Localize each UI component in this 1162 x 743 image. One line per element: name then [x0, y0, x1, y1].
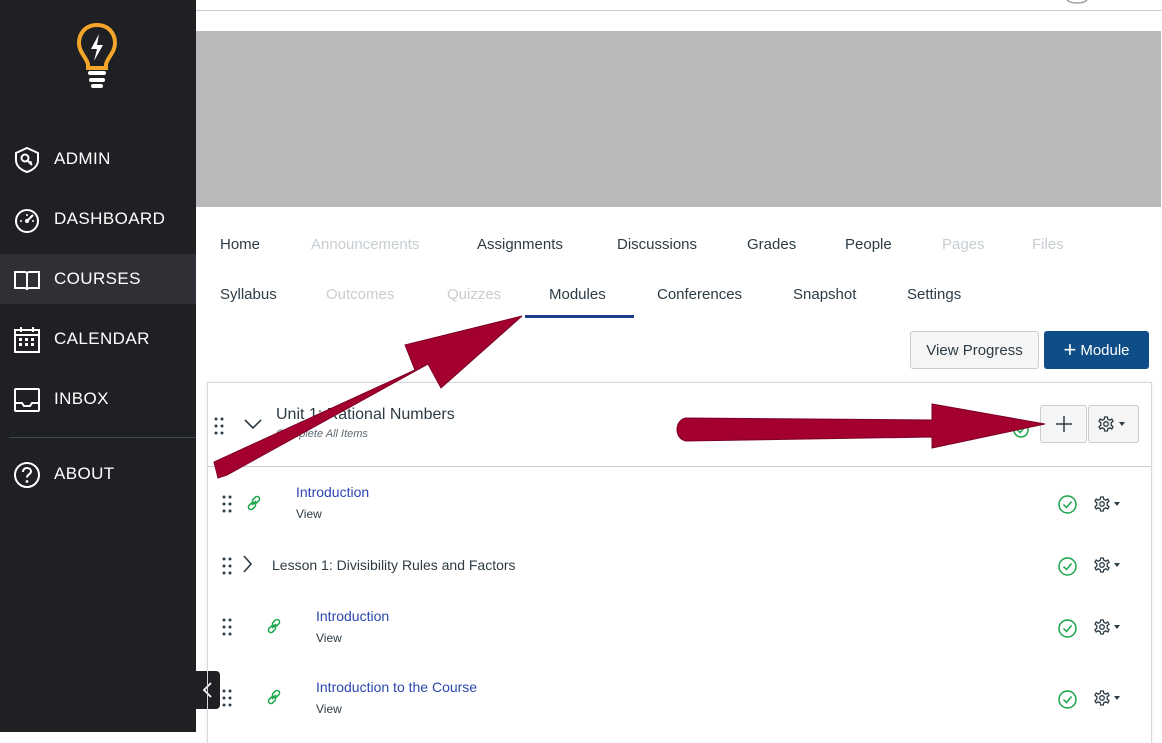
item-title[interactable]: Introduction to the Course	[316, 679, 477, 695]
tab-quizzes: Quizzes	[447, 286, 502, 303]
tab-assignments[interactable]: Assignments	[477, 236, 563, 253]
tab-outcomes: Outcomes	[326, 286, 395, 303]
chevron-down-icon[interactable]	[244, 419, 262, 430]
item-requirement: View	[316, 631, 342, 645]
item-settings-icon[interactable]	[1093, 556, 1125, 574]
module-requirement: Complete All Items	[276, 428, 368, 440]
module-title: Unit 1: Rational Numbers	[276, 406, 455, 423]
nav-item-calendar[interactable]: CALENDAR	[0, 314, 196, 364]
tab-files: Files	[1032, 236, 1064, 253]
speedometer-icon	[15, 209, 39, 233]
nav-label-courses: COURSES	[54, 269, 141, 288]
drag-handle-icon[interactable]	[222, 557, 232, 575]
view-progress-button[interactable]: View Progress	[910, 331, 1039, 369]
tab-home[interactable]: Home	[220, 236, 260, 253]
plus-icon: +	[1063, 337, 1077, 362]
link-icon	[247, 495, 261, 511]
link-icon	[267, 689, 281, 705]
drag-handle-icon[interactable]	[222, 495, 232, 513]
item-settings-icon[interactable]	[1093, 618, 1125, 636]
calendar-icon	[14, 327, 40, 353]
item-title[interactable]: Introduction	[296, 484, 369, 500]
nav-label-about: ABOUT	[54, 464, 115, 483]
avatar-icon[interactable]	[1066, 0, 1088, 4]
tab-settings[interactable]: Settings	[907, 286, 961, 303]
subheader-title: Lesson 1: Divisibility Rules and Factors	[272, 557, 516, 573]
gear-dropdown-icon	[1097, 416, 1125, 432]
drag-handle-icon[interactable]	[214, 417, 224, 435]
add-module-label: Module	[1080, 341, 1130, 359]
tab-discussions[interactable]: Discussions	[617, 236, 697, 253]
nav-item-about[interactable]: ABOUT	[0, 449, 196, 499]
tab-grades[interactable]: Grades	[747, 236, 796, 253]
item-requirement: View	[316, 702, 342, 716]
tab-announcements: Announcements	[311, 236, 420, 253]
tab-syllabus[interactable]: Syllabus	[220, 286, 277, 303]
completed-check-icon	[1058, 557, 1077, 576]
item-settings-icon[interactable]	[1093, 689, 1125, 707]
module-item[interactable]: Introduction to the Course View	[208, 663, 1151, 733]
nav-label-dashboard: DASHBOARD	[54, 209, 166, 228]
view-progress-label: View Progress	[926, 341, 1023, 359]
tab-modules[interactable]: Modules	[549, 286, 606, 303]
item-title[interactable]: Introduction	[316, 608, 389, 624]
top-header	[196, 0, 1162, 11]
module-item[interactable]: Introduction View	[208, 591, 1151, 663]
link-icon	[267, 618, 281, 634]
module-card: Unit 1: Rational Numbers Complete All It…	[207, 382, 1152, 743]
course-banner-image	[196, 31, 1161, 207]
module-item[interactable]: Introduction View	[208, 467, 1151, 539]
plus-icon	[1055, 416, 1072, 432]
nav-label-calendar: CALENDAR	[54, 329, 150, 348]
lightbulb-logo-icon[interactable]	[76, 22, 118, 90]
book-icon	[14, 271, 40, 291]
add-module-button[interactable]: + Module	[1044, 331, 1149, 369]
help-icon	[14, 462, 40, 488]
tab-people[interactable]: People	[845, 236, 892, 253]
nav-divider	[9, 437, 196, 438]
completed-check-icon	[1058, 495, 1077, 514]
selected-tab-indicator	[525, 315, 634, 318]
global-nav-sidebar: ADMIN DASHBOARD COURSES CALENDAR INBOX A…	[0, 0, 196, 732]
module-settings-button[interactable]	[1088, 405, 1139, 443]
drag-handle-icon[interactable]	[222, 618, 232, 636]
completed-check-icon	[1058, 619, 1077, 638]
nav-item-dashboard[interactable]: DASHBOARD	[0, 194, 196, 244]
tab-conferences[interactable]: Conferences	[657, 286, 742, 303]
tab-snapshot[interactable]: Snapshot	[793, 286, 856, 303]
chevron-right-icon[interactable]	[242, 555, 252, 573]
nav-label-inbox: INBOX	[54, 389, 109, 408]
shield-icon	[15, 146, 39, 174]
item-settings-icon[interactable]	[1093, 495, 1125, 513]
item-requirement: View	[296, 507, 322, 521]
inbox-icon	[14, 388, 40, 412]
module-subheader[interactable]: Lesson 1: Divisibility Rules and Factors	[208, 539, 1151, 591]
completed-check-icon	[1058, 690, 1077, 709]
drag-handle-icon[interactable]	[222, 689, 232, 707]
nav-item-admin[interactable]: ADMIN	[0, 134, 196, 184]
nav-item-inbox[interactable]: INBOX	[0, 374, 196, 424]
add-item-button[interactable]	[1040, 405, 1087, 443]
nav-label-admin: ADMIN	[54, 149, 111, 168]
tab-pages: Pages	[942, 236, 985, 253]
module-complete-icon	[1013, 422, 1029, 438]
module-header[interactable]: Unit 1: Rational Numbers Complete All It…	[208, 383, 1151, 467]
nav-item-courses[interactable]: COURSES	[0, 254, 196, 304]
